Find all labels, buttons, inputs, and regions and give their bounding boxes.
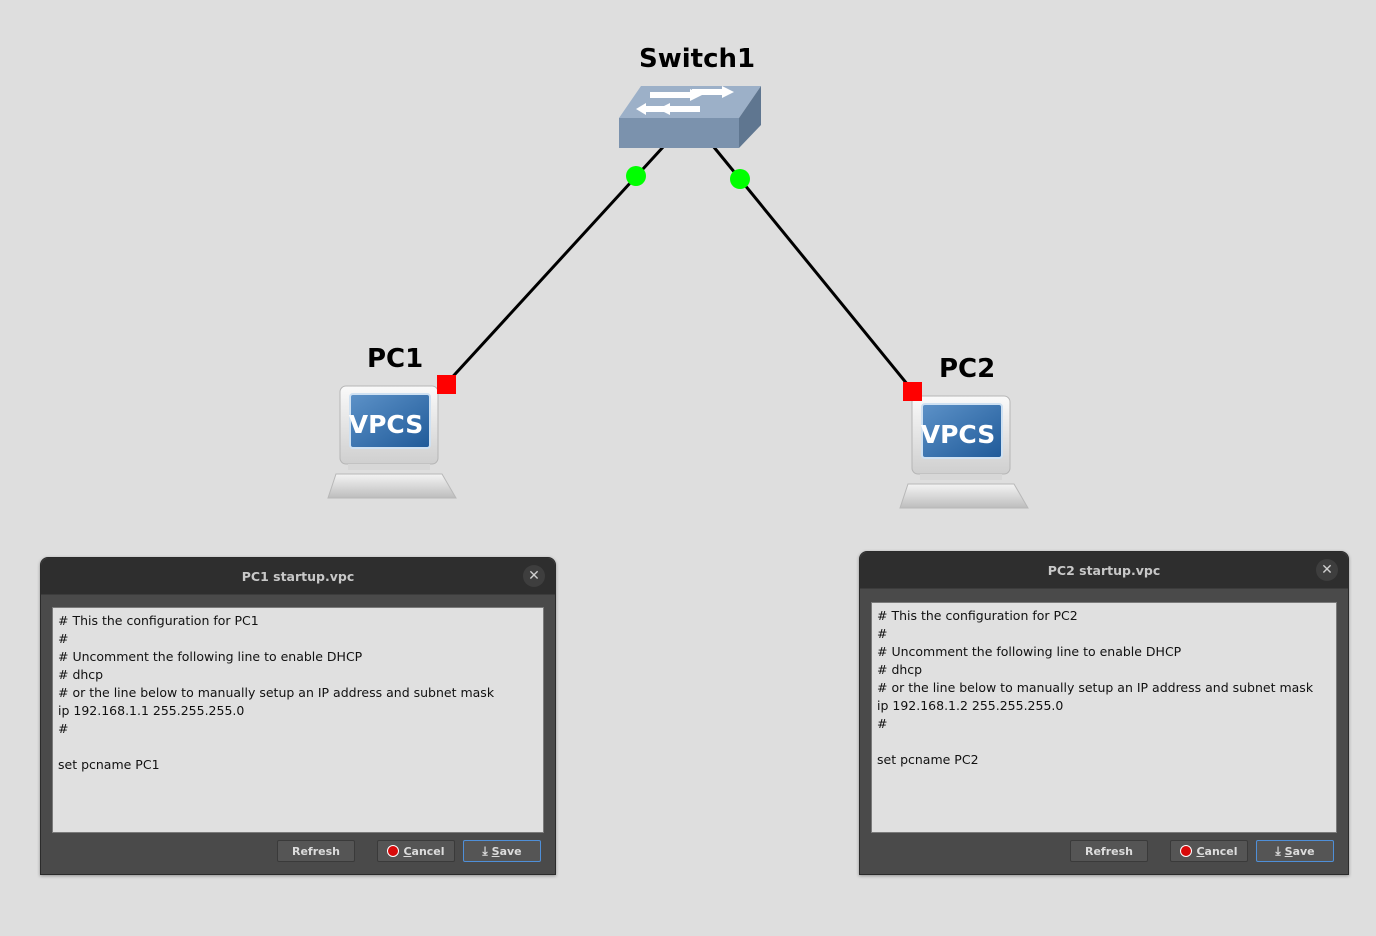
close-icon[interactable]: ✕ xyxy=(1316,559,1338,581)
pc2-vpcs-badge: VPCS xyxy=(921,420,996,449)
pc2-icon[interactable]: VPCS xyxy=(899,395,1029,509)
pc1-startup-dialog: PC1 startup.vpc ✕ # This the configurati… xyxy=(40,557,556,875)
save-button[interactable]: ⤓ Save xyxy=(463,840,541,862)
stop-icon xyxy=(387,845,400,857)
download-icon: ⤓ xyxy=(1275,843,1281,858)
pc1-vpcs-badge: VPCS xyxy=(349,410,424,439)
save-button-label: Save xyxy=(491,844,522,858)
switch1-port-status-up xyxy=(730,169,750,189)
switch1-icon[interactable] xyxy=(619,86,761,148)
download-icon: ⤓ xyxy=(482,843,488,858)
cancel-button[interactable]: Cancel xyxy=(377,840,455,862)
refresh-button-label: Refresh xyxy=(1085,844,1133,858)
save-button[interactable]: ⤓ Save xyxy=(1256,840,1334,862)
pc2-port-status-down xyxy=(903,382,922,401)
dialog-title: PC2 startup.vpc xyxy=(1047,563,1161,578)
startup-config-editor[interactable]: # This the configuration for PC2 # # Unc… xyxy=(871,602,1337,833)
save-button-label: Save xyxy=(1284,844,1315,858)
refresh-button[interactable]: Refresh xyxy=(1070,840,1148,862)
pc2-label[interactable]: PC2 xyxy=(939,354,995,384)
switch1-label[interactable]: Switch1 xyxy=(639,44,755,74)
stop-icon xyxy=(1180,845,1193,857)
pc1-label[interactable]: PC1 xyxy=(367,344,423,374)
cancel-button-label: Cancel xyxy=(1196,844,1238,858)
close-icon[interactable]: ✕ xyxy=(523,565,545,587)
startup-config-editor[interactable]: # This the configuration for PC1 # # Unc… xyxy=(52,607,544,833)
refresh-button-label: Refresh xyxy=(292,844,340,858)
dialog-titlebar[interactable]: PC1 startup.vpc ✕ xyxy=(41,558,555,595)
pc1-port-status-down xyxy=(437,375,456,394)
pc1-icon[interactable]: VPCS xyxy=(327,385,457,499)
cancel-button-label: Cancel xyxy=(403,844,445,858)
dialog-title: PC1 startup.vpc xyxy=(241,569,355,584)
dialog-titlebar[interactable]: PC2 startup.vpc ✕ xyxy=(860,552,1348,589)
switch1-port-status-up xyxy=(626,166,646,186)
refresh-button[interactable]: Refresh xyxy=(277,840,355,862)
cancel-button[interactable]: Cancel xyxy=(1170,840,1248,862)
pc2-startup-dialog: PC2 startup.vpc ✕ # This the configurati… xyxy=(859,551,1349,875)
